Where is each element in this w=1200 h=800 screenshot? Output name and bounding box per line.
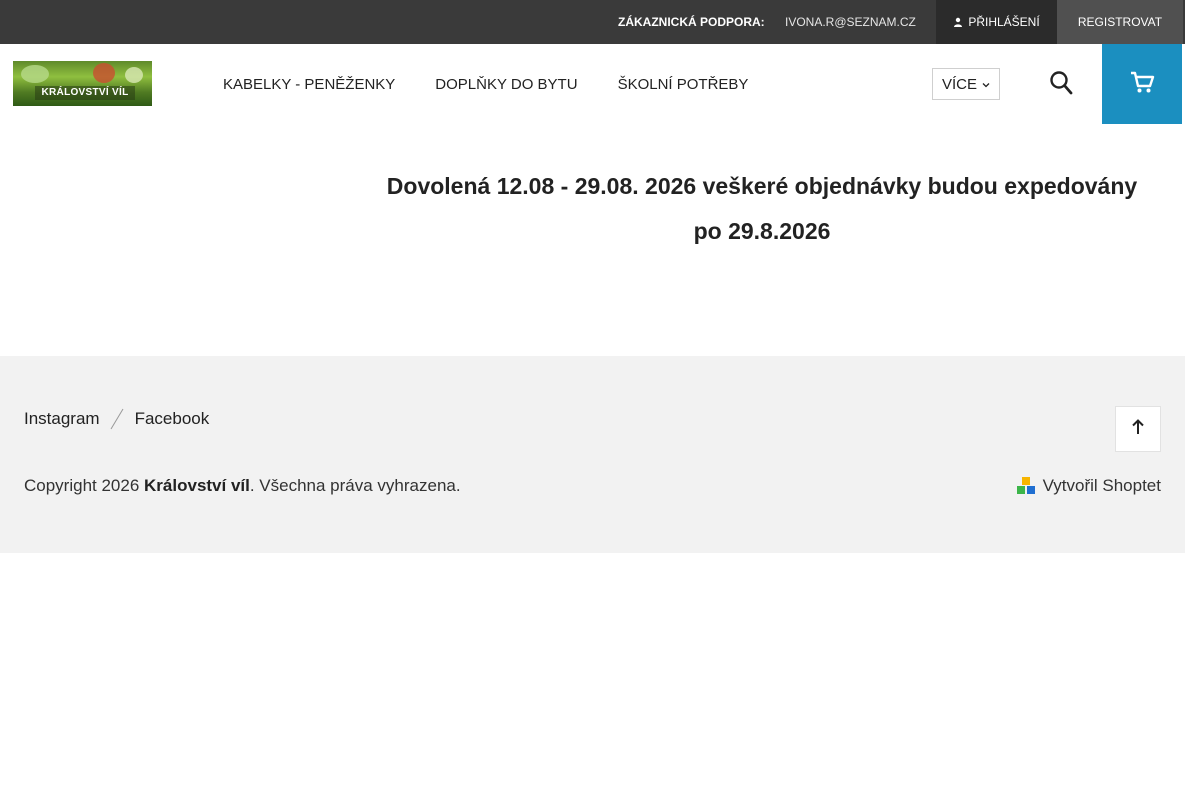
site-header: KRÁLOVSTVÍ VÍL Kabelky - peněženky Doplň… [0, 44, 1185, 124]
divider [100, 408, 135, 430]
main-navigation: Kabelky - peněženky Doplňky do bytu Škol… [203, 44, 768, 124]
copyright-suffix: . Všechna práva vyhrazena. [249, 476, 461, 495]
logo-decoration [125, 67, 143, 83]
logo-decoration [93, 63, 115, 83]
support-email-link[interactable]: ivona.r@seznam.cz [785, 15, 916, 29]
login-button[interactable]: Přihlášení [936, 0, 1057, 44]
support-label: Zákaznická podpora: [618, 15, 765, 29]
search-button[interactable] [1040, 64, 1082, 106]
shoptet-logo-icon [1016, 477, 1035, 495]
nav-item-doplnky[interactable]: Doplňky do bytu [415, 76, 597, 93]
copyright-prefix: Copyright 2026 [24, 476, 145, 495]
logo-text: KRÁLOVSTVÍ VÍL [35, 86, 135, 100]
register-label: Registrovat [1077, 15, 1163, 29]
social-links: Instagram Facebook [24, 408, 209, 430]
login-label: Přihlášení [968, 15, 1040, 29]
nav-item-kabelky[interactable]: Kabelky - peněženky [203, 76, 415, 93]
logo-decoration [21, 65, 49, 83]
more-label: Více [941, 75, 977, 93]
site-footer: Instagram Facebook Copyright 2026 Králov… [0, 356, 1185, 553]
cart-icon [1129, 69, 1155, 100]
vacation-notice: Dovolená 12.08 - 29.08. 2026 veškeré obj… [362, 164, 1162, 254]
top-bar: Zákaznická podpora: ivona.r@seznam.cz Př… [0, 0, 1185, 44]
notice-line-2: po 29.8.2026 [693, 218, 831, 244]
instagram-link[interactable]: Instagram [24, 409, 100, 429]
copyright-brand: Království víl [144, 476, 250, 495]
shoptet-label: Vytvořil Shoptet [1042, 476, 1161, 495]
shoptet-credit-link[interactable]: Vytvořil Shoptet [1016, 476, 1161, 496]
cart-button[interactable] [1102, 44, 1182, 124]
facebook-link[interactable]: Facebook [135, 409, 210, 429]
back-to-top-button[interactable] [1115, 406, 1161, 452]
copyright-text: Copyright 2026 Království víl. Všechna p… [24, 476, 461, 496]
notice-line-1: Dovolená 12.08 - 29.08. 2026 veškeré obj… [386, 173, 1138, 199]
nav-item-skolni-potreby[interactable]: Školní potřeby [598, 76, 769, 93]
more-menu-button[interactable]: Více [932, 68, 1000, 100]
arrow-up-icon [1132, 418, 1144, 440]
user-icon [953, 17, 963, 27]
chevron-down-icon [982, 76, 990, 93]
site-logo[interactable]: KRÁLOVSTVÍ VÍL [13, 61, 152, 106]
search-icon [1049, 70, 1073, 101]
register-button[interactable]: Registrovat [1057, 0, 1183, 44]
